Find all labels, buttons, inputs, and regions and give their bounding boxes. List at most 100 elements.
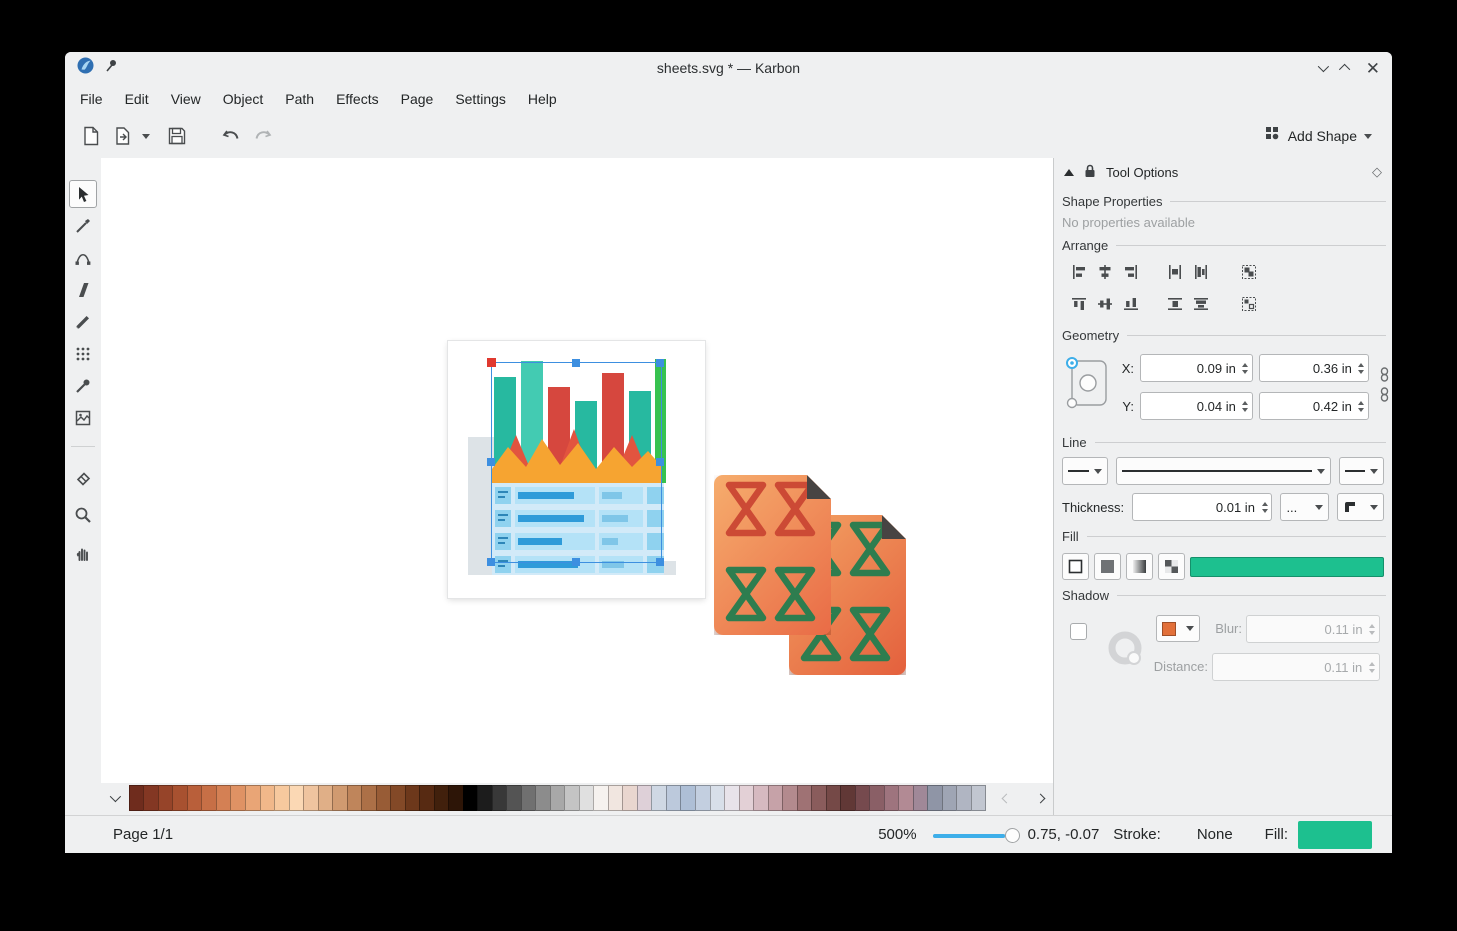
join-cap-select[interactable]: [1337, 493, 1384, 521]
palette-swatch[interactable]: [855, 785, 871, 811]
menu-object[interactable]: Object: [212, 84, 274, 114]
group-button[interactable]: [1236, 259, 1262, 285]
line-style-select[interactable]: [1116, 457, 1331, 485]
menu-settings[interactable]: Settings: [444, 84, 517, 114]
palette-scroll-left-button[interactable]: [993, 785, 1019, 811]
palette-swatch[interactable]: [434, 785, 450, 811]
palette-swatch[interactable]: [724, 785, 740, 811]
fill-pattern-button[interactable]: [1158, 553, 1185, 580]
palette-swatch[interactable]: [651, 785, 667, 811]
palette-swatch[interactable]: [332, 785, 348, 811]
palette-swatch[interactable]: [593, 785, 609, 811]
calligraphy-tool[interactable]: [69, 276, 97, 304]
palette-swatch[interactable]: [187, 785, 203, 811]
palette-swatch[interactable]: [463, 785, 479, 811]
menu-help[interactable]: Help: [517, 84, 568, 114]
palette-swatch[interactable]: [564, 785, 580, 811]
palette-swatch[interactable]: [158, 785, 174, 811]
shadow-enable-checkbox[interactable]: [1070, 623, 1087, 640]
palette-swatch[interactable]: [129, 785, 145, 811]
open-document-button[interactable]: [107, 120, 139, 152]
fill-color-swatch[interactable]: [1298, 821, 1372, 849]
palette-swatch[interactable]: [840, 785, 856, 811]
width-input[interactable]: [1260, 361, 1355, 376]
palette-swatch[interactable]: [680, 785, 696, 811]
pattern-grid-tool[interactable]: [69, 340, 97, 368]
palette-swatch[interactable]: [260, 785, 276, 811]
align-bottom-button[interactable]: [1118, 291, 1144, 317]
pencil-tool[interactable]: [69, 308, 97, 336]
link-dimensions-icon[interactable]: [1379, 387, 1390, 405]
zoom-slider[interactable]: [933, 826, 1018, 844]
palette-swatch[interactable]: [695, 785, 711, 811]
palette-swatch[interactable]: [884, 785, 900, 811]
width-spinbox[interactable]: [1259, 354, 1369, 382]
pan-tool[interactable]: [69, 539, 97, 567]
shadow-angle-dial[interactable]: [1106, 629, 1144, 670]
float-docker-icon[interactable]: ◇: [1372, 164, 1382, 180]
y-position-spinbox[interactable]: [1140, 392, 1253, 420]
thickness-input[interactable]: [1133, 500, 1258, 515]
palette-swatch[interactable]: [666, 785, 682, 811]
collapse-docker-icon[interactable]: [1064, 169, 1074, 176]
palette-swatch[interactable]: [710, 785, 726, 811]
open-recent-dropdown[interactable]: [139, 120, 153, 152]
palette-swatch[interactable]: [318, 785, 334, 811]
palette-swatch[interactable]: [797, 785, 813, 811]
shadow-distance-input[interactable]: [1213, 660, 1365, 675]
undo-button[interactable]: [215, 120, 247, 152]
palette-swatch[interactable]: [405, 785, 421, 811]
distribute-bottom-button[interactable]: [1188, 291, 1214, 317]
select-tool[interactable]: [69, 180, 97, 208]
align-center-vertical-button[interactable]: [1092, 291, 1118, 317]
palette-scroll-right-button[interactable]: [1027, 785, 1053, 811]
window-shade-button[interactable]: [1318, 59, 1326, 77]
save-button[interactable]: [161, 120, 193, 152]
zoom-slider-handle[interactable]: [1005, 828, 1020, 843]
link-dimensions-icon[interactable]: [1379, 367, 1390, 385]
titlebar[interactable]: sheets.svg * — Karbon ✕: [65, 52, 1392, 84]
shadow-blur-spinbox[interactable]: [1246, 615, 1380, 643]
fill-solid-button[interactable]: [1094, 553, 1121, 580]
palette-swatch[interactable]: [361, 785, 377, 811]
palette-swatch[interactable]: [390, 785, 406, 811]
menu-effects[interactable]: Effects: [325, 84, 390, 114]
palette-options-button[interactable]: [101, 785, 127, 811]
menu-file[interactable]: File: [69, 84, 114, 114]
align-right-button[interactable]: [1118, 259, 1144, 285]
menu-edit[interactable]: Edit: [114, 84, 160, 114]
pin-icon[interactable]: [104, 59, 118, 78]
palette-swatch[interactable]: [230, 785, 246, 811]
palette-swatch[interactable]: [739, 785, 755, 811]
palette-swatch[interactable]: [768, 785, 784, 811]
palette-swatch[interactable]: [521, 785, 537, 811]
align-center-horizontal-button[interactable]: [1092, 259, 1118, 285]
chart-artwork[interactable]: [448, 341, 705, 598]
zoom-tool[interactable]: [69, 501, 97, 529]
lock-icon[interactable]: [1084, 164, 1096, 181]
y-position-input[interactable]: [1141, 399, 1239, 414]
x-position-spinbox[interactable]: [1140, 354, 1253, 382]
menu-view[interactable]: View: [160, 84, 212, 114]
anchor-point-selector[interactable]: [1064, 353, 1112, 413]
align-top-button[interactable]: [1066, 291, 1092, 317]
palette-swatch[interactable]: [274, 785, 290, 811]
redo-button[interactable]: [247, 120, 279, 152]
ungroup-button[interactable]: [1236, 291, 1262, 317]
palette-swatch[interactable]: [376, 785, 392, 811]
shape-edit-tool[interactable]: [69, 212, 97, 240]
palette-swatch[interactable]: [216, 785, 232, 811]
align-left-button[interactable]: [1066, 259, 1092, 285]
palette-swatch[interactable]: [419, 785, 435, 811]
palette-swatch[interactable]: [289, 785, 305, 811]
palette-swatch[interactable]: [898, 785, 914, 811]
palette-swatch[interactable]: [506, 785, 522, 811]
distribute-left-button[interactable]: [1162, 259, 1188, 285]
palette-swatch[interactable]: [753, 785, 769, 811]
palette-swatch[interactable]: [550, 785, 566, 811]
eraser-tool[interactable]: [69, 463, 97, 491]
palette-swatch[interactable]: [913, 785, 929, 811]
palette-swatch[interactable]: [535, 785, 551, 811]
palette-swatch[interactable]: [869, 785, 885, 811]
palette-swatch[interactable]: [927, 785, 943, 811]
